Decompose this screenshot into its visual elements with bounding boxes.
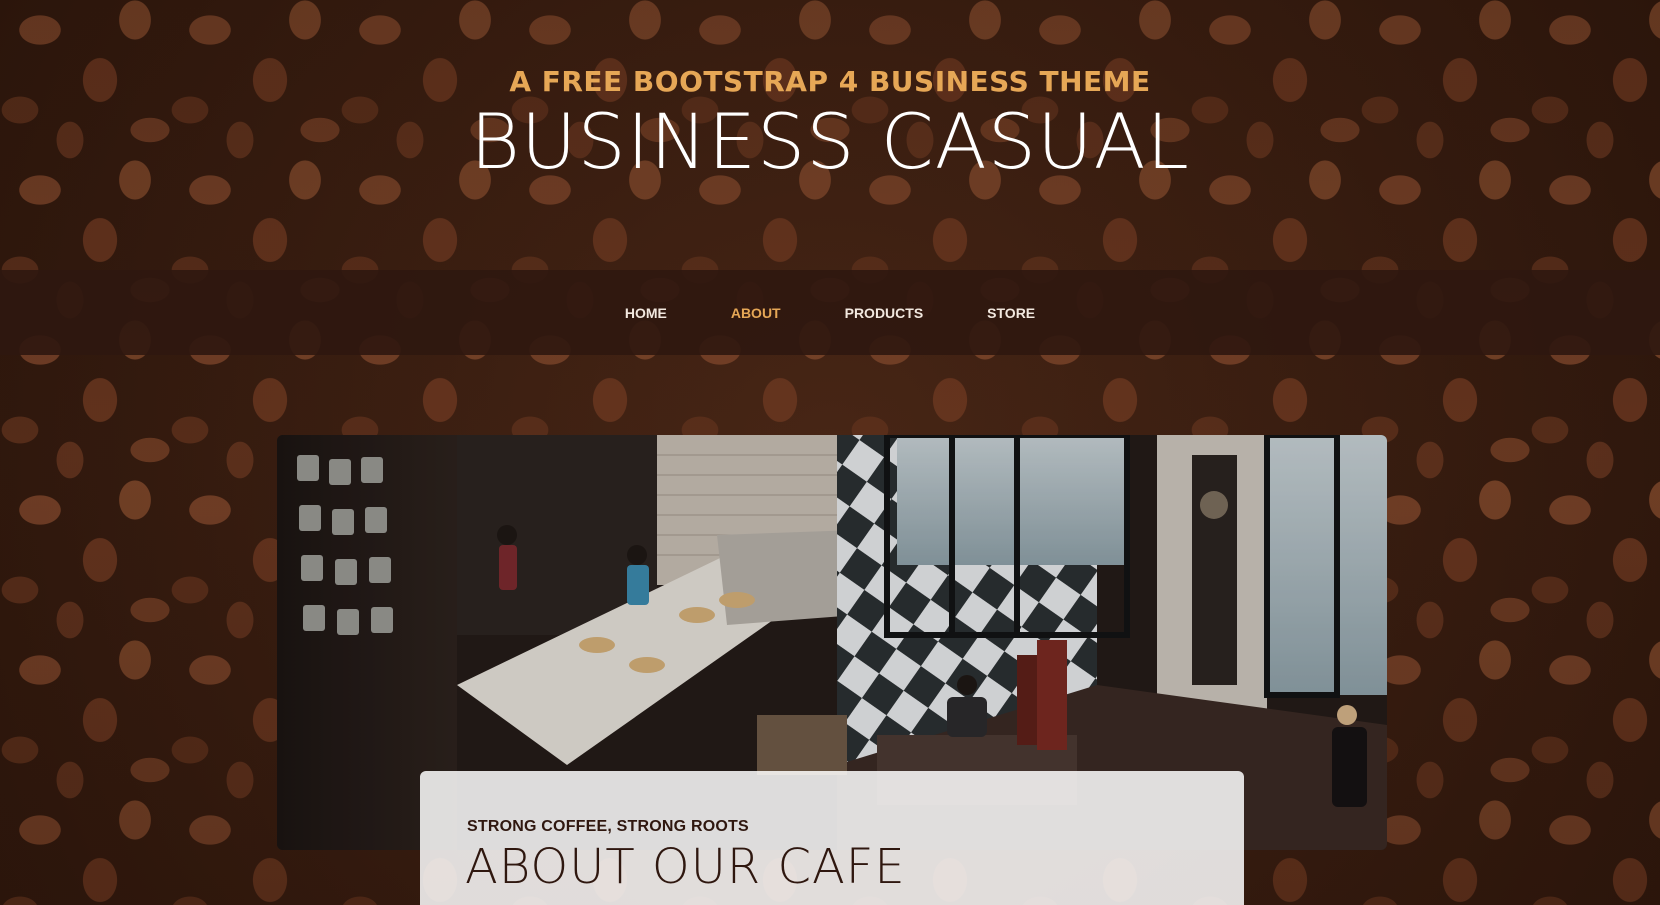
intro-text-box: STRONG COFFEE, STRONG ROOTS ABOUT OUR CA… [420,771,1244,905]
site-heading: A FREE BOOTSTRAP 4 BUSINESS THEME BUSINE… [0,68,1660,180]
main-navbar: HOME ABOUT PRODUCTS STORE [0,270,1660,355]
intro-heading: ABOUT OUR CAFE [465,839,906,895]
site-heading-lower: BUSINESS CASUAL [470,97,1190,186]
intro-subheading: STRONG COFFEE, STRONG ROOTS [467,818,749,835]
nav-item-store[interactable]: STORE [955,305,1067,321]
nav-item-home[interactable]: HOME [593,305,699,321]
nav-item-products[interactable]: PRODUCTS [813,305,956,321]
nav-item-about[interactable]: ABOUT [699,305,813,321]
site-heading-upper: A FREE BOOTSTRAP 4 BUSINESS THEME [509,65,1151,98]
